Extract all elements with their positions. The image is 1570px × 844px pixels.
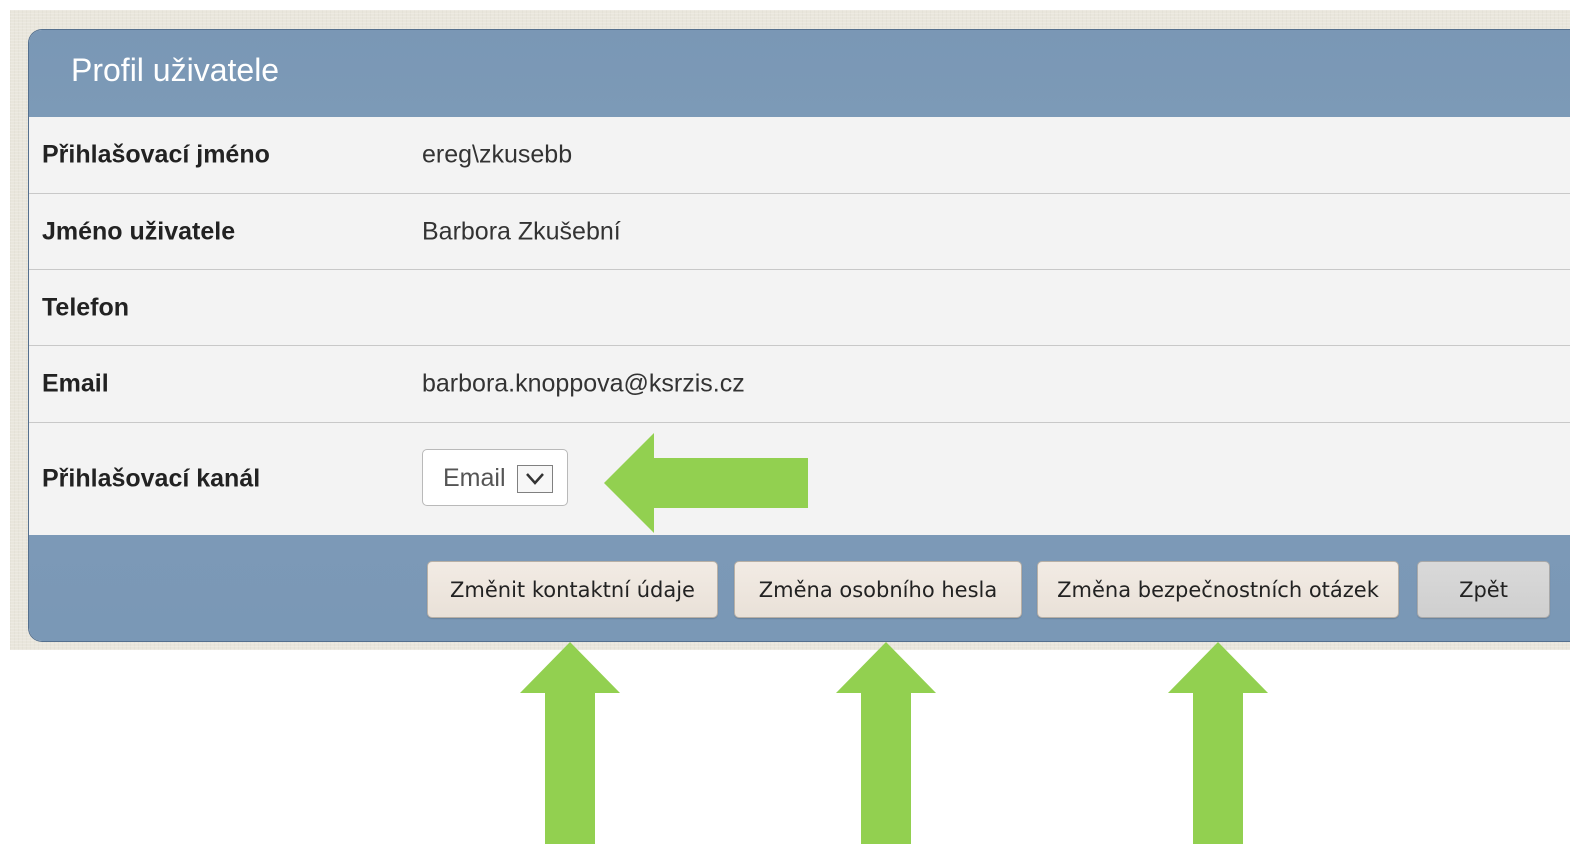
arrow-icon (604, 433, 808, 533)
row-phone: Telefon (29, 270, 1570, 346)
change-password-button[interactable]: Změna osobního hesla (734, 561, 1022, 618)
row-label: Přihlašovací kanál (42, 464, 261, 493)
login-channel-select[interactable]: Email (422, 449, 568, 506)
arrow-icon (836, 642, 936, 844)
row-value: Barbora Zkušební (422, 217, 621, 245)
row-label: Email (42, 369, 109, 398)
user-profile-panel: Profil uživatele Přihlašovací jméno ereg… (28, 29, 1570, 642)
row-label: Jméno uživatele (42, 217, 236, 245)
panel-header: Profil uživatele (29, 30, 1570, 117)
back-button[interactable]: Zpět (1417, 561, 1550, 618)
arrow-icon (520, 642, 620, 844)
row-label: Přihlašovací jméno (42, 140, 270, 169)
row-label: Telefon (42, 293, 130, 321)
panel-title: Profil uživatele (71, 52, 280, 88)
panel-footer: Změnit kontaktní údaje Změna osobního he… (29, 535, 1570, 641)
row-login-name: Přihlašovací jméno ereg\zkusebb (29, 117, 1570, 194)
login-channel-value: Email (443, 464, 506, 492)
arrow-icon (1168, 642, 1268, 844)
chevron-down-icon[interactable] (517, 465, 553, 493)
row-value: barbora.knoppova@ksrzis.cz (422, 369, 745, 398)
change-security-questions-button[interactable]: Změna bezpečnostních otázek (1037, 561, 1399, 618)
change-contact-button[interactable]: Změnit kontaktní údaje (427, 561, 718, 618)
row-email: Email barbora.knoppova@ksrzis.cz (29, 346, 1570, 423)
row-user-name: Jméno uživatele Barbora Zkušební (29, 194, 1570, 270)
row-value: ereg\zkusebb (422, 140, 573, 169)
